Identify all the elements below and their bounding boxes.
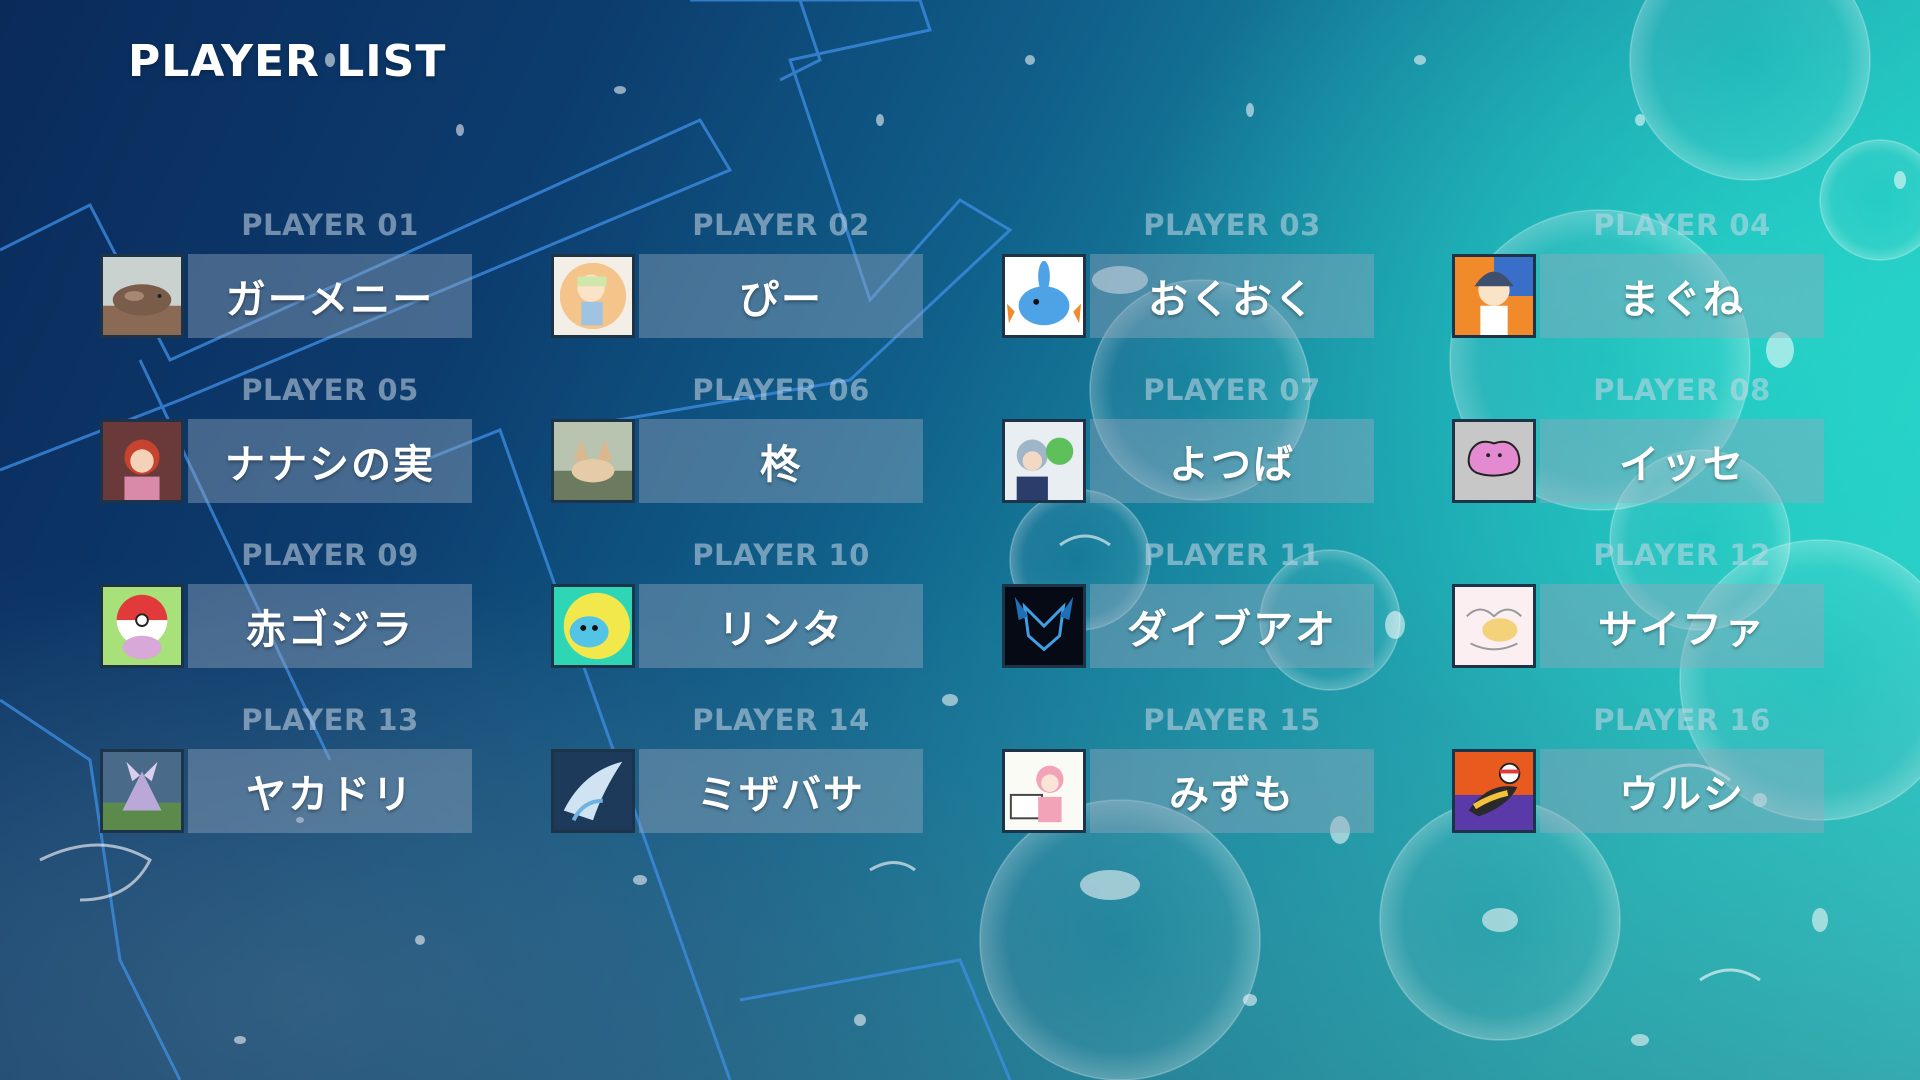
player-name: ぴー — [739, 277, 823, 323]
avatar-dragon-icon — [551, 749, 635, 833]
player-name: ダイブアオ — [1127, 607, 1337, 653]
player-name: ナナシの実 — [225, 442, 435, 488]
player-number: PLAYER 15 — [1143, 703, 1321, 737]
avatar-character-icon — [1452, 254, 1536, 338]
player-number: PLAYER 04 — [1593, 208, 1771, 242]
avatar-ditto-icon — [1452, 419, 1536, 503]
player-name: よつば — [1169, 442, 1295, 488]
player-grid: PLAYER 01 ガーメニー PLAYER 02 ぴー PLAYER 03 お… — [0, 0, 1920, 1080]
avatar-character-icon — [100, 419, 184, 503]
name-plate: みずも — [1090, 749, 1374, 833]
player-number: PLAYER 14 — [692, 703, 870, 737]
player-number: PLAYER 16 — [1593, 703, 1771, 737]
player-card-10[interactable]: PLAYER 10 リンタ — [551, 538, 923, 672]
player-card-05[interactable]: PLAYER 05 ナナシの実 — [100, 373, 472, 507]
player-number: PLAYER 13 — [241, 703, 419, 737]
name-plate: ミザバサ — [639, 749, 923, 833]
avatar-blob-icon — [551, 584, 635, 668]
player-card-07[interactable]: PLAYER 07 よつば — [1002, 373, 1374, 507]
player-number: PLAYER 11 — [1143, 538, 1321, 572]
player-card-01[interactable]: PLAYER 01 ガーメニー — [100, 208, 472, 342]
name-plate: ぴー — [639, 254, 923, 338]
player-card-12[interactable]: PLAYER 12 サイファ — [1452, 538, 1824, 672]
player-card-04[interactable]: PLAYER 04 まぐね — [1452, 208, 1824, 342]
player-name: おくおく — [1148, 277, 1316, 323]
player-name: ヤカドリ — [246, 772, 414, 818]
player-card-16[interactable]: PLAYER 16 ウルシ — [1452, 703, 1824, 837]
player-name: ガーメニー — [225, 277, 435, 323]
player-number: PLAYER 10 — [692, 538, 870, 572]
name-plate: ダイブアオ — [1090, 584, 1374, 668]
player-name: 赤ゴジラ — [246, 607, 414, 653]
name-plate: ガーメニー — [188, 254, 472, 338]
player-name: イッセ — [1619, 442, 1745, 488]
avatar-drawing-icon — [1002, 749, 1086, 833]
player-card-06[interactable]: PLAYER 06 柊 — [551, 373, 923, 507]
player-card-08[interactable]: PLAYER 08 イッセ — [1452, 373, 1824, 507]
avatar-pokeball-icon — [100, 584, 184, 668]
player-card-15[interactable]: PLAYER 15 みずも — [1002, 703, 1374, 837]
player-number: PLAYER 01 — [241, 208, 419, 242]
name-plate: まぐね — [1540, 254, 1824, 338]
player-number: PLAYER 08 — [1593, 373, 1771, 407]
player-number: PLAYER 06 — [692, 373, 870, 407]
name-plate: 赤ゴジラ — [188, 584, 472, 668]
avatar-mudkip-icon — [1002, 254, 1086, 338]
player-card-13[interactable]: PLAYER 13 ヤカドリ — [100, 703, 472, 837]
player-card-03[interactable]: PLAYER 03 おくおく — [1002, 208, 1374, 342]
avatar-creature-icon — [100, 254, 184, 338]
player-number: PLAYER 03 — [1143, 208, 1321, 242]
player-card-02[interactable]: PLAYER 02 ぴー — [551, 208, 923, 342]
avatar-girl-icon — [551, 254, 635, 338]
player-number: PLAYER 05 — [241, 373, 419, 407]
player-name: サイファ — [1598, 607, 1766, 653]
player-name: リンタ — [718, 607, 844, 653]
avatar-bird-icon — [1452, 749, 1536, 833]
player-card-11[interactable]: PLAYER 11 ダイブアオ — [1002, 538, 1374, 672]
name-plate: おくおく — [1090, 254, 1374, 338]
player-name: ウルシ — [1619, 772, 1745, 818]
avatar-battle-icon — [100, 749, 184, 833]
avatar-character-icon — [1002, 419, 1086, 503]
player-card-14[interactable]: PLAYER 14 ミザバサ — [551, 703, 923, 837]
name-plate: イッセ — [1540, 419, 1824, 503]
avatar-fox-icon — [551, 419, 635, 503]
player-number: PLAYER 02 — [692, 208, 870, 242]
name-plate: 柊 — [639, 419, 923, 503]
player-number: PLAYER 09 — [241, 538, 419, 572]
name-plate: ウルシ — [1540, 749, 1824, 833]
player-name: 柊 — [760, 442, 802, 488]
avatar-sketch-icon — [1452, 584, 1536, 668]
player-number: PLAYER 07 — [1143, 373, 1321, 407]
name-plate: サイファ — [1540, 584, 1824, 668]
name-plate: ヤカドリ — [188, 749, 472, 833]
player-name: ミザバサ — [697, 772, 865, 818]
player-name: まぐね — [1619, 277, 1745, 323]
player-name: みずも — [1169, 772, 1295, 818]
player-card-09[interactable]: PLAYER 09 赤ゴジラ — [100, 538, 472, 672]
player-number: PLAYER 12 — [1593, 538, 1771, 572]
name-plate: ナナシの実 — [188, 419, 472, 503]
name-plate: よつば — [1090, 419, 1374, 503]
avatar-glaceon-icon — [1002, 584, 1086, 668]
name-plate: リンタ — [639, 584, 923, 668]
